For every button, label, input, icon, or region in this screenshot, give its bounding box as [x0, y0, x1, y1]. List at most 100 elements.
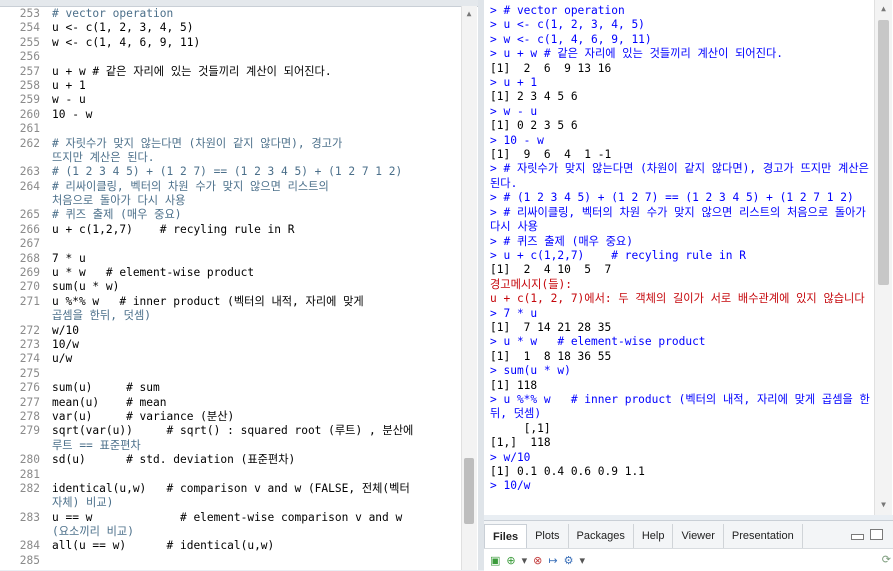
- editor-line[interactable]: 256: [0, 50, 460, 64]
- tab-viewer[interactable]: Viewer: [673, 524, 724, 548]
- editor-line[interactable]: 258 u + 1: [0, 79, 460, 93]
- editor-line[interactable]: 282 identical(u,w) # comparison v and w (…: [0, 482, 460, 496]
- console-scrollbar[interactable]: ▲ ▼: [874, 0, 892, 515]
- console-line-input: > 10/w: [490, 479, 531, 493]
- editor-line[interactable]: 260 10 - w: [0, 108, 460, 122]
- new-folder-icon[interactable]: ▣: [490, 554, 500, 567]
- editor-line[interactable]: 266 u + c(1,2,7) # recyling rule in R: [0, 223, 460, 237]
- source-editor[interactable]: 253 # vector operation 254 u <- c(1, 2, 3, …: [0, 0, 478, 570]
- line-number: 279: [19, 424, 40, 438]
- editor-line[interactable]: 277 mean(u) # mean: [0, 396, 460, 410]
- editor-line[interactable]: 261: [0, 122, 460, 136]
- editor-line[interactable]: 264 # 리싸이클링, 벡터의 차원 수가 맞지 않으면 리스트의: [0, 180, 460, 194]
- editor-line[interactable]: 253 # vector operation: [0, 7, 460, 21]
- editor-line[interactable]: 267: [0, 237, 460, 251]
- editor-line[interactable]: 273 10/w: [0, 338, 460, 352]
- editor-line[interactable]: 뜨지만 계산은 된다.: [0, 151, 460, 165]
- code-text: # vector operation: [52, 7, 174, 20]
- editor-line[interactable]: 284 all(u == w) # identical(u,w): [0, 539, 460, 553]
- dropdown-arrow-icon[interactable]: ▾: [522, 554, 528, 567]
- editor-code-lines[interactable]: 253 # vector operation 254 u <- c(1, 2, 3, …: [0, 7, 460, 568]
- console-line-input: > u + 1: [490, 76, 538, 90]
- editor-line[interactable]: 자체) 비교): [0, 496, 460, 510]
- maximize-pane-icon[interactable]: [870, 529, 883, 540]
- editor-line[interactable]: 279 sqrt(var(u)) # sqrt() : squared root …: [0, 424, 460, 438]
- code-text: mean(u) # mean: [52, 395, 167, 409]
- editor-line[interactable]: 281: [0, 468, 460, 482]
- scroll-down-icon[interactable]: ▼: [878, 500, 889, 510]
- editor-line[interactable]: 283 u == w # element-wise comparison v an…: [0, 511, 460, 525]
- tab-files[interactable]: Files: [484, 524, 528, 548]
- editor-line[interactable]: 275: [0, 367, 460, 381]
- code-text: u + 1: [52, 78, 86, 92]
- refresh-icon[interactable]: ⟳: [882, 553, 891, 566]
- code-text: 10/w: [52, 337, 79, 351]
- editor-scrollbar[interactable]: ▲: [461, 6, 477, 570]
- editor-line[interactable]: 274 u/w: [0, 352, 460, 366]
- code-text: u %*% w # inner product (벡터의 내적, 자리에 맞게: [52, 294, 364, 308]
- code-text: all(u == w) # identical(u,w): [52, 539, 275, 553]
- line-number: 260: [19, 107, 40, 121]
- delete-icon[interactable]: ⊗: [533, 554, 542, 567]
- editor-line[interactable]: 269 u * w # element-wise product: [0, 266, 460, 280]
- console-line-input: > sum(u * w): [490, 364, 571, 378]
- code-text: 처음으로 돌아가 다시 사용: [52, 194, 186, 208]
- code-text: sum(u) # sum: [52, 381, 160, 395]
- editor-line[interactable]: 255 w <- c(1, 4, 6, 9, 11): [0, 36, 460, 50]
- editor-line[interactable]: 285: [0, 554, 460, 568]
- tab-plots[interactable]: Plots: [527, 524, 569, 548]
- line-number: 255: [19, 35, 40, 49]
- line-number: 262: [19, 136, 40, 150]
- editor-line[interactable]: 276 sum(u) # sum: [0, 381, 460, 395]
- new-file-icon[interactable]: ⊕: [506, 554, 515, 567]
- r-console[interactable]: > # vector operation > u <- c(1, 2, 3, 4,…: [484, 0, 893, 515]
- rename-icon[interactable]: ↦: [548, 554, 557, 567]
- console-line-output: [1,] 118: [490, 436, 551, 450]
- editor-line[interactable]: 처음으로 돌아가 다시 사용: [0, 194, 460, 208]
- editor-line[interactable]: 루트 == 표준편차: [0, 439, 460, 453]
- line-number: 276: [19, 381, 40, 395]
- editor-line[interactable]: 280 sd(u) # std. deviation (표준편차): [0, 453, 460, 467]
- editor-line[interactable]: (요소끼리 비교): [0, 525, 460, 539]
- scroll-up-icon[interactable]: ▲: [878, 4, 889, 14]
- editor-line[interactable]: 262 # 자릿수가 맞지 않는다면 (차원이 같지 않다면), 경고가: [0, 137, 460, 151]
- code-text: # 퀴즈 출제 (매우 중요): [52, 208, 182, 222]
- editor-line[interactable]: 272 w/10: [0, 324, 460, 338]
- line-number: 282: [19, 481, 40, 495]
- tab-presentation[interactable]: Presentation: [724, 524, 803, 548]
- console-scrollbar-thumb[interactable]: [878, 20, 889, 285]
- tab-help[interactable]: Help: [634, 524, 674, 548]
- line-number: 278: [19, 409, 40, 423]
- code-text: sd(u) # std. deviation (표준편차): [52, 453, 296, 467]
- minimize-pane-icon[interactable]: [851, 534, 864, 540]
- console-line-output: [1] 118: [490, 378, 538, 392]
- editor-line[interactable]: 265 # 퀴즈 출제 (매우 중요): [0, 208, 460, 222]
- gear-icon[interactable]: ⚙: [564, 554, 574, 567]
- editor-line[interactable]: 278 var(u) # variance (분산): [0, 410, 460, 424]
- tab-packages[interactable]: Packages: [569, 524, 634, 548]
- line-number: 268: [19, 251, 40, 265]
- code-text: # 자릿수가 맞지 않는다면 (차원이 같지 않다면), 경고가: [52, 136, 343, 150]
- editor-line[interactable]: 268 7 * u: [0, 252, 460, 266]
- console-line-output: [,1]: [490, 421, 551, 435]
- editor-line[interactable]: 259 w - u: [0, 93, 460, 107]
- editor-line[interactable]: 곱셈을 한뒤, 덧셈): [0, 309, 460, 323]
- editor-line[interactable]: 271 u %*% w # inner product (벡터의 내적, 자리에 …: [0, 295, 460, 309]
- code-text: var(u) # variance (분산): [52, 409, 235, 423]
- scroll-up-icon[interactable]: ▲: [464, 10, 474, 18]
- editor-scrollbar-thumb[interactable]: [464, 458, 474, 524]
- line-number: 257: [19, 64, 40, 78]
- editor-line[interactable]: 254 u <- c(1, 2, 3, 4, 5): [0, 21, 460, 35]
- line-number: [0, 151, 52, 165]
- code-text: 10 - w: [52, 107, 93, 121]
- console-line-input: > # 리싸이클링, 벡터의 차원 수가 맞지 않으면 리스트의 처음으로 돌아…: [490, 205, 873, 234]
- editor-line[interactable]: 263 # (1 2 3 4 5) + (1 2 7) == (1 2 3 4 5…: [0, 165, 460, 179]
- code-text: u + c(1,2,7) # recyling rule in R: [52, 222, 295, 236]
- editor-line[interactable]: 257 u + w # 같은 자리에 있는 것들끼리 계산이 되어진다.: [0, 65, 460, 79]
- line-number: 263: [19, 165, 40, 179]
- console-line-output: [1] 1 8 18 36 55: [490, 349, 612, 363]
- editor-line[interactable]: 270 sum(u * w): [0, 280, 460, 294]
- code-text: # (1 2 3 4 5) + (1 2 7) == (1 2 3 4 5) +…: [52, 165, 403, 179]
- more-dropdown-icon[interactable]: ▾: [579, 554, 585, 567]
